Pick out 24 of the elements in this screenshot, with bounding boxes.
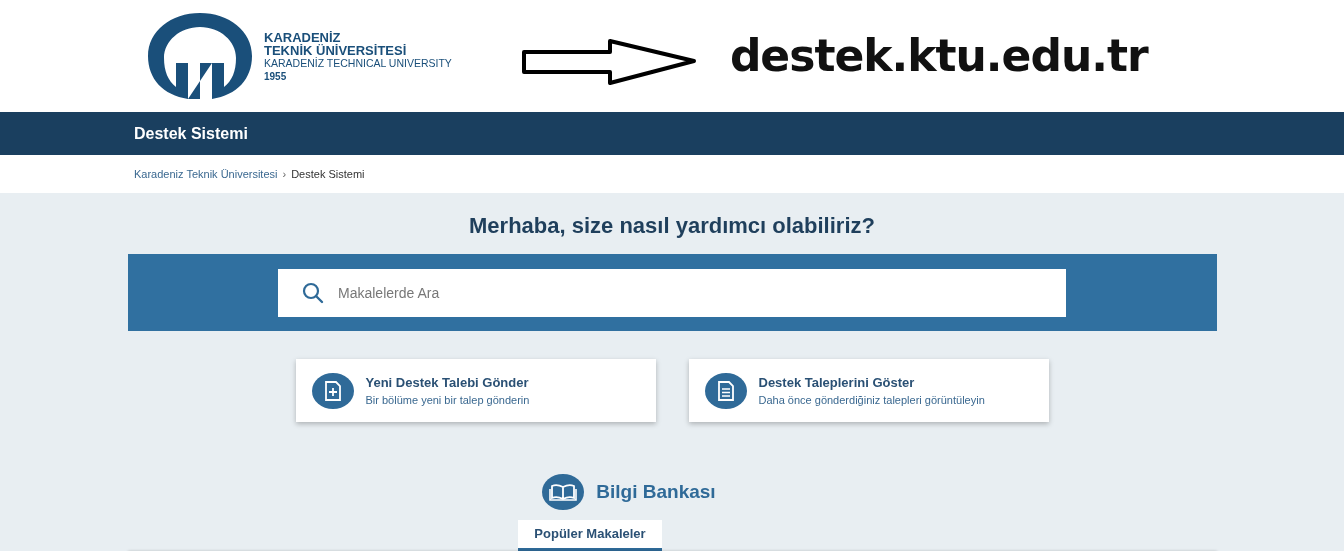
card-title: Destek Taleplerini Göster <box>758 373 916 392</box>
card-title: Yeni Destek Talebi Gönder <box>365 373 530 392</box>
logo-text: 1955 <box>264 70 288 83</box>
arrow-icon <box>521 39 698 87</box>
url-text: destek.ktu.edu.tr <box>729 29 1148 83</box>
university-logo-icon <box>148 11 252 101</box>
logo-text: KARADENİZ <box>264 31 341 44</box>
open-book-icon <box>542 474 585 510</box>
action-card[interactable]: Destek Taleplerini Göster Daha önce gönderdiğiniz talepleri görüntüleyin <box>688 359 1049 422</box>
document-icon <box>704 372 747 409</box>
breadcrumb-separator: › <box>282 166 287 182</box>
action-card[interactable]: Yeni Destek Talebi Gönder Bir bölüme yeni bir talep gönderin <box>295 359 656 422</box>
navbar-title: Destek Sistemi <box>134 123 248 144</box>
breadcrumb-link[interactable]: Karadeniz Teknik Üniversitesi <box>134 165 278 183</box>
card-subtitle: Daha önce gönderdiğiniz talepleri görüntüleyin <box>758 393 985 408</box>
logo-text: KARADENİZ TECHNICAL UNIVERSITY <box>264 57 452 70</box>
page-heading: Merhaba, size nasıl yardımcı olabiliriz? <box>469 212 875 240</box>
search-field[interactable]: Makalelerde Ara <box>278 268 1066 317</box>
add-document-icon <box>311 372 354 409</box>
logo-text: TEKNİK ÜNİVERSİTESİ <box>264 44 408 57</box>
search-icon <box>302 281 324 304</box>
tab[interactable]: Popüler Makaleler <box>518 520 662 551</box>
section-title: Bilgi Bankası <box>596 479 716 504</box>
card-subtitle: Bir bölüme yeni bir talep gönderin <box>365 393 530 408</box>
